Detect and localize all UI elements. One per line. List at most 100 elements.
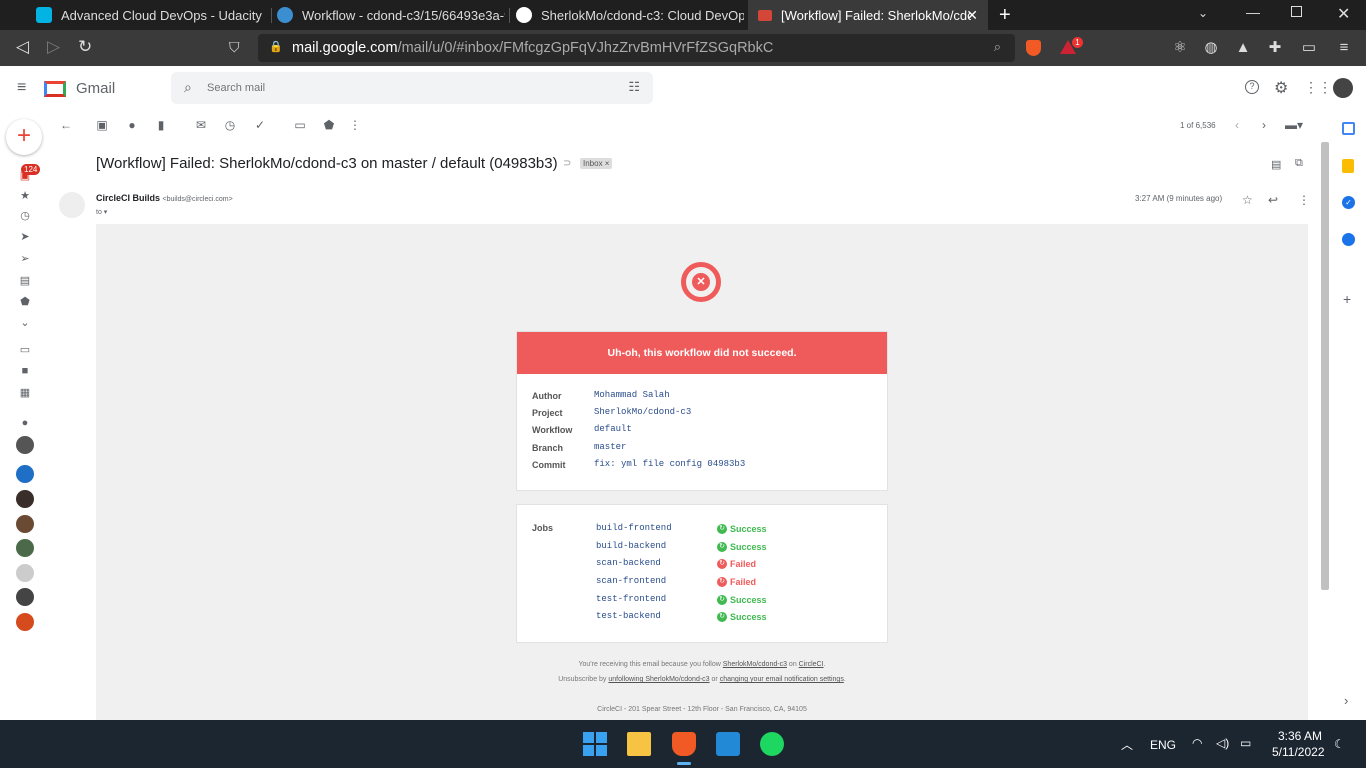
search-icon[interactable]: ⌕ [184,79,192,96]
back-to-inbox-icon[interactable]: ← [60,119,72,131]
important-icon[interactable]: ➤ [19,231,31,243]
labels-icon[interactable]: ⬟ [323,119,335,131]
search-input[interactable] [207,79,587,97]
contact-avatar[interactable] [16,515,34,533]
unfollow-link[interactable]: unfollowing SherlokMo/cdond-c3 [608,676,709,683]
forward-icon[interactable]: ▷ [47,36,60,58]
browser-menu-icon[interactable]: ≡ [1336,40,1352,56]
maximize-button[interactable] [1291,6,1302,17]
job-name[interactable]: scan-backend [596,558,661,568]
job-name[interactable]: build-frontend [596,523,672,533]
print-icon[interactable]: ▤ [1271,158,1281,171]
circleci-link[interactable]: CircleCI [799,661,824,668]
snoozed-icon[interactable]: ◷ [19,210,31,222]
new-tab-button[interactable]: + [999,4,1011,27]
notifications-moon-icon[interactable]: ☾ [1334,737,1345,751]
brave-browser-icon[interactable] [672,732,696,756]
compose-button[interactable]: + [6,119,42,155]
tab-circleci[interactable]: Workflow - cdond-c3/15/66493e3a-9f [277,0,505,30]
minimize-button[interactable]: — [1246,4,1260,20]
report-spam-icon[interactable]: ● [126,119,138,131]
inbox-label-chip[interactable]: Inbox × [580,158,613,169]
meet-keyboard-icon[interactable]: ▦ [19,387,31,399]
tab-github[interactable]: SherlokMo/cdond-c3: Cloud DevOps C [516,0,744,30]
more-message-options-icon[interactable]: ⋮ [1298,193,1310,207]
contact-avatar[interactable] [16,465,34,483]
drafts-icon[interactable]: ▤ [19,275,31,287]
input-tools-icon[interactable]: ▬▾ [1284,119,1304,131]
hangouts-icon[interactable]: ● [19,417,31,429]
tasks-icon[interactable]: ✓ [1342,196,1355,209]
language-indicator[interactable]: ENG [1150,738,1176,752]
contact-avatar[interactable] [16,588,34,606]
archive-icon[interactable]: ▣ [96,119,108,131]
hide-panel-chevron-icon[interactable]: › [1344,693,1348,708]
globe-icon[interactable]: ◍ [1203,40,1219,56]
show-hidden-icons-chevron-icon[interactable]: ︿ [1121,736,1133,753]
settings-gear-icon[interactable]: ⚙ [1274,78,1288,98]
calendar-icon[interactable] [1342,122,1355,135]
windows-start-icon[interactable] [583,732,607,756]
keep-icon[interactable] [1342,159,1354,173]
gmail-brand[interactable]: Gmail [76,80,115,97]
project-value[interactable]: SherlokMo/cdond-c3 [594,407,691,417]
search-options-icon[interactable]: ☷ [628,79,640,95]
wifi-icon[interactable]: ◠ [1192,736,1202,750]
contact-avatar[interactable] [16,539,34,557]
move-to-icon[interactable]: ▭ [294,119,306,131]
vscode-icon[interactable] [716,732,740,756]
older-chevron-icon[interactable]: › [1258,119,1270,131]
tab-gmail-active[interactable]: [Workflow] Failed: SherlokMo/cdc ✕ [748,0,988,30]
brave-shield-icon[interactable] [1026,40,1041,56]
volume-icon[interactable]: ◁) [1216,736,1229,750]
help-icon[interactable]: ? [1245,80,1259,94]
close-tab-icon[interactable]: ✕ [966,7,978,24]
more-chevron-icon[interactable]: ⌄ [19,317,31,329]
search-bar[interactable]: ⌕ ☷ [171,72,653,104]
contacts-icon[interactable] [1342,233,1355,246]
main-menu-icon[interactable]: ≡ [17,79,26,97]
spotify-icon[interactable] [760,732,784,756]
commit-value[interactable]: fix: yml file config 04983b3 [594,459,745,469]
extensions-puzzle-icon[interactable]: ✚ [1267,40,1283,56]
job-name[interactable]: test-backend [596,611,661,621]
wallet-icon[interactable]: ▭ [1301,40,1317,56]
add-to-tasks-icon[interactable]: ✓ [254,119,266,131]
newer-chevron-icon[interactable]: ‹ [1231,119,1243,131]
sent-icon[interactable]: ➢ [19,253,31,265]
scrollbar[interactable] [1321,142,1329,590]
tab-udacity[interactable]: Advanced Cloud DevOps - Udacity [36,0,268,30]
back-icon[interactable]: ◁ [16,36,29,58]
contact-avatar[interactable] [16,564,34,582]
battery-icon[interactable]: ▭ [1240,736,1251,750]
extension-a-icon[interactable]: ▲ [1235,40,1251,56]
delete-icon[interactable]: ▮ [155,119,167,131]
more-options-icon[interactable]: ⋮ [349,119,361,131]
branch-value[interactable]: master [594,442,626,452]
important-marker-icon[interactable]: ⊃ [563,158,571,169]
meet-new-icon[interactable]: ▭ [19,344,31,356]
sender-name[interactable]: CircleCI Builds [96,193,160,203]
contact-avatar[interactable] [16,613,34,631]
label-icon[interactable]: ⬟ [19,296,31,308]
file-explorer-icon[interactable] [627,732,651,756]
tab-list-chevron-icon[interactable]: ⌄ [1198,6,1208,20]
workflow-value[interactable]: default [594,424,632,434]
job-name[interactable]: scan-frontend [596,576,666,586]
notification-settings-link[interactable]: changing your email notification setting… [720,676,844,683]
react-devtools-icon[interactable]: ⚛ [1172,40,1188,56]
clock-time[interactable]: 3:36 AM [1278,729,1322,743]
clock-date[interactable]: 5/11/2022 [1272,745,1325,759]
contact-avatar[interactable] [16,436,34,454]
reload-icon[interactable]: ↻ [78,36,92,58]
close-window-button[interactable]: ✕ [1337,4,1350,24]
url-field[interactable]: 🔒 mail.google.com/mail/u/0/#inbox/FMfcgz… [258,34,1015,62]
star-icon[interactable]: ☆ [1242,193,1253,207]
job-name[interactable]: test-frontend [596,594,666,604]
meet-video-icon[interactable]: ■ [19,365,31,377]
account-avatar[interactable] [1333,78,1353,98]
reply-icon[interactable]: ↩ [1268,193,1278,207]
mark-unread-icon[interactable]: ✉ [195,119,207,131]
job-name[interactable]: build-backend [596,541,666,551]
get-addons-icon[interactable]: + [1343,291,1351,307]
